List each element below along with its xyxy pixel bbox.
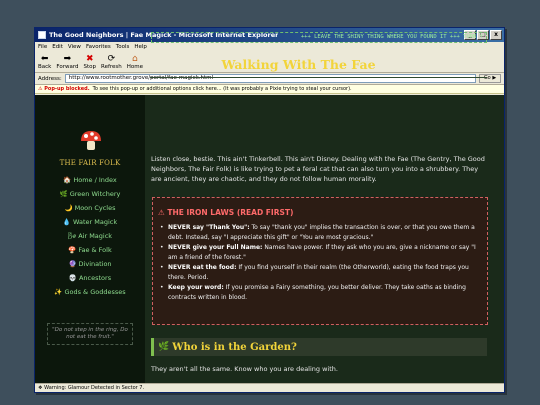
forward-button[interactable]: ➡ Forward: [56, 54, 78, 70]
sidebar-item-moon-cycles[interactable]: 🌙 Moon Cycles: [46, 201, 134, 215]
forward-arrow-icon: ➡: [63, 54, 72, 64]
sidebar-item-label: Air Magick: [78, 232, 113, 240]
menu-tools[interactable]: Tools: [116, 44, 130, 50]
law-heading: NEVER eat the food:: [168, 264, 237, 271]
go-button[interactable]: Go ▶: [479, 74, 501, 83]
droplet-icon: 💧: [62, 218, 71, 226]
menu-file[interactable]: File: [38, 44, 47, 50]
garden-section-heading: 🌿 Who is in the Garden?: [151, 338, 487, 356]
home-icon: 🏠: [63, 176, 72, 184]
sidebar-item-label: Moon Cycles: [74, 204, 116, 212]
wind-icon: 🌬: [67, 232, 77, 240]
sidebar-item-label: Gods & Goddesses: [64, 288, 126, 296]
address-bar: Address: http://www.rootmother.grove/por…: [35, 73, 504, 85]
herb-icon: 🌿: [158, 342, 170, 352]
sidebar-item-water-magick[interactable]: 💧 Water Magick: [46, 215, 134, 229]
back-label: Back: [38, 64, 52, 70]
title-divider: [150, 77, 487, 78]
sidebar-quote: "Do not step in the ring, Do not eat the…: [47, 323, 133, 345]
sidebar-item-divination[interactable]: 🔮 Divination: [46, 257, 134, 271]
sidebar-item-fae-folk[interactable]: 🍄 Fae & Folk: [46, 243, 134, 257]
sidebar-item-gods-goddesses[interactable]: ✨ Gods & Goddesses: [46, 285, 134, 299]
crystal-ball-icon: 🔮: [68, 260, 77, 268]
law-item: Keep your word: If you promise a Fairy s…: [160, 283, 482, 303]
law-item: NEVER eat the food: If you find yourself…: [160, 263, 482, 283]
sidebar-item-label: Fae & Folk: [78, 246, 112, 254]
garden-title: Who is in the Garden?: [172, 341, 297, 353]
close-button[interactable]: x: [490, 30, 502, 40]
intro-paragraph: Listen close, bestie. This ain't Tinkerb…: [151, 155, 485, 183]
skull-icon: 💀: [68, 274, 77, 282]
ie-icon: [38, 31, 46, 39]
law-heading: NEVER give your Full Name:: [168, 244, 263, 251]
menu-view[interactable]: View: [68, 44, 81, 50]
sidebar-item-label: Divination: [78, 260, 112, 268]
stop-label: Stop: [83, 64, 96, 70]
law-item: NEVER give your Full Name: Names have po…: [160, 243, 482, 263]
law-heading: Keep your word:: [168, 284, 224, 291]
moon-icon: 🌙: [64, 204, 73, 212]
sidebar-item-air-magick[interactable]: 🌬 Air Magick: [46, 229, 134, 243]
back-button[interactable]: ⬅ Back: [38, 54, 51, 70]
forward-label: Forward: [56, 64, 79, 70]
sidebar: THE FAIR FOLK 🏠 Home / Index 🌿 Green Witch…: [35, 95, 145, 384]
sidebar-heading: THE FAIR FOLK: [59, 159, 121, 167]
sidebar-item-green-witchery[interactable]: 🌿 Green Witchery: [46, 187, 134, 201]
address-label: Address:: [38, 75, 62, 82]
status-bar: ❖ Warning: Glamour Detected in Sector 7.: [35, 383, 504, 392]
mushroom-icon: 🍄: [68, 246, 77, 254]
popup-blocker-bar[interactable]: ⚠ Pop-up blocked. To see this pop-up or …: [35, 85, 504, 94]
iron-laws-title: ⚠ THE IRON LAWS (READ FIRST): [158, 208, 294, 217]
law-item: NEVER say "Thank You": To say "thank you…: [160, 223, 482, 243]
menu-help[interactable]: Help: [134, 44, 147, 50]
sidebar-item-label: Green Witchery: [69, 190, 121, 198]
stop-button[interactable]: ✖ Stop: [83, 54, 96, 70]
sidebar-item-label: Home / Index: [73, 176, 117, 184]
sidebar-item-label: Ancestors: [78, 274, 112, 282]
law-heading: NEVER say "Thank You":: [168, 224, 250, 231]
popup-message: To see this pop-up or additional options…: [92, 86, 352, 92]
stop-icon: ✖: [85, 54, 94, 64]
sidebar-item-ancestors[interactable]: 💀 Ancestors: [46, 271, 134, 285]
garden-paragraph: They aren't all the same. Know who you a…: [151, 365, 338, 373]
menu-edit[interactable]: Edit: [52, 44, 63, 50]
back-arrow-icon: ⬅: [40, 54, 49, 64]
sidebar-nav: 🏠 Home / Index 🌿 Green Witchery 🌙 Moon Cycl…: [46, 173, 134, 299]
sidebar-item-label: Water Magick: [72, 218, 118, 226]
sparkles-icon: ✨: [54, 288, 63, 296]
page-title: Walking With The Fae: [221, 57, 376, 72]
marquee-banner: +++ LEAVE THE SHINY THING WHERE YOU FOUN…: [151, 32, 487, 43]
menu-bar: File Edit View Favorites Tools Help: [35, 42, 504, 51]
mushroom-icon: [81, 131, 101, 150]
popup-blocked-label: ⚠ Pop-up blocked.: [38, 86, 90, 92]
iron-laws-list: NEVER say "Thank You": To say "thank you…: [160, 223, 482, 303]
sidebar-item-home[interactable]: 🏠 Home / Index: [46, 173, 134, 187]
herb-icon: 🌿: [59, 190, 68, 198]
menu-favorites[interactable]: Favorites: [86, 44, 111, 50]
address-input[interactable]: http://www.rootmother.grove/portal/fae-m…: [64, 74, 476, 83]
